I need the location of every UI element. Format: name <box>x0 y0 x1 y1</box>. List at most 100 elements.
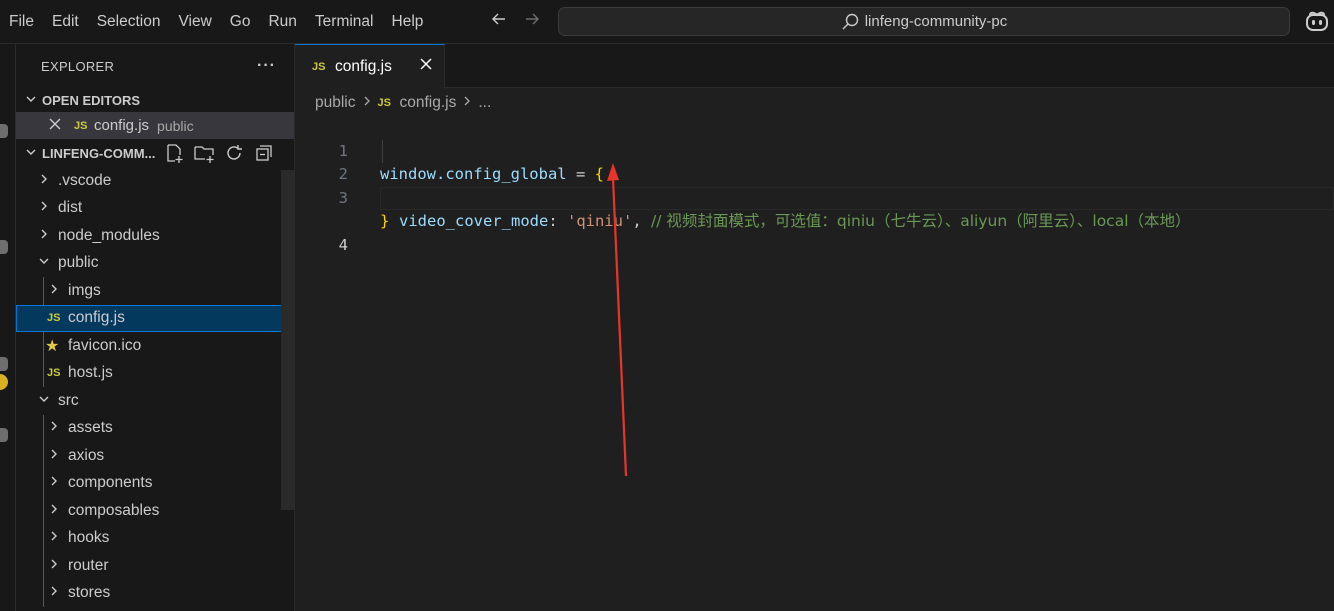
tree-item-vscode[interactable]: .vscode <box>16 167 294 195</box>
line-number: 4 <box>338 235 348 254</box>
code-comma: , <box>632 212 651 230</box>
copilot-icon[interactable] <box>1304 9 1330 35</box>
tab-config-js[interactable]: JS config.js <box>295 44 445 88</box>
code-editor[interactable]: 1 window.config_global = { 2 video_cover… <box>295 116 1334 254</box>
current-line-highlight <box>380 186 1334 210</box>
chevron-right-icon <box>48 282 64 300</box>
chevron-down-icon <box>38 392 54 410</box>
menu-run[interactable]: Run <box>259 7 305 37</box>
activity-icon[interactable] <box>0 124 8 138</box>
chevron-right-icon <box>362 94 372 112</box>
tree-item-imgs[interactable]: imgs <box>16 277 294 305</box>
open-editors-title: OPEN EDITORS <box>42 92 141 108</box>
activity-icon[interactable] <box>0 428 8 442</box>
collapse-all-icon[interactable] <box>253 142 275 164</box>
chevron-right-icon <box>38 199 54 217</box>
tree-item-dist[interactable]: dist <box>16 195 294 223</box>
sidebar-scrollbar[interactable] <box>281 170 294 510</box>
tree-item-router[interactable]: router <box>16 552 294 580</box>
javascript-file-icon: JS <box>377 96 391 109</box>
menu-go[interactable]: Go <box>221 7 260 37</box>
javascript-file-icon: JS <box>74 119 88 132</box>
chevron-down-icon <box>38 254 54 272</box>
tree-item-label: src <box>58 391 79 409</box>
editor-area: JS config.js public JS config.js ... 1 w… <box>295 44 1334 611</box>
tree-item-label: favicon.ico <box>68 336 142 354</box>
search-icon <box>842 13 858 29</box>
command-center-text: linfeng-community-pc <box>864 13 1008 30</box>
open-editor-folder: public <box>157 117 194 134</box>
chevron-right-icon <box>48 584 64 602</box>
menu-help[interactable]: Help <box>383 7 433 37</box>
menu-selection[interactable]: Selection <box>88 7 170 37</box>
tree-item-node-modules[interactable]: node_modules <box>16 222 294 250</box>
tree-item-favicon[interactable]: ★ favicon.ico <box>16 332 294 360</box>
tree-item-label: hooks <box>68 529 110 547</box>
code-string: 'qiniu' <box>566 212 633 230</box>
new-file-icon[interactable] <box>163 142 185 164</box>
project-folder-header[interactable]: LINFENG-COMM... <box>16 139 294 167</box>
chevron-right-icon <box>48 447 64 465</box>
tree-item-assets[interactable]: assets <box>16 414 294 442</box>
tree-item-components[interactable]: components <box>16 469 294 497</box>
explorer-sidebar: EXPLORER ··· OPEN EDITORS JS config.js p… <box>16 44 295 611</box>
open-editors-header[interactable]: OPEN EDITORS <box>16 88 294 112</box>
menu-file[interactable]: File <box>0 7 43 37</box>
tree-item-label: axios <box>68 446 105 464</box>
activity-icon[interactable] <box>0 357 8 371</box>
tree-item-stores[interactable]: stores <box>16 579 294 607</box>
code-comment: // 视频封面模式，可选值：qiniu（七牛云）、aliyun（阿里云）、loc… <box>650 212 1191 230</box>
arrow-left-icon[interactable] <box>487 10 511 34</box>
breadcrumb-file[interactable]: config.js <box>400 94 457 112</box>
tree-item-label: composables <box>68 501 160 519</box>
activity-icon[interactable] <box>0 240 8 254</box>
project-title: LINFENG-COMM... <box>42 145 156 161</box>
menu-bar: File Edit Selection View Go Run Terminal… <box>0 0 432 44</box>
file-tree: .vscode dist node_modules public imgs JS… <box>16 167 294 607</box>
tree-item-composables[interactable]: composables <box>16 497 294 525</box>
refresh-icon[interactable] <box>223 142 245 164</box>
menu-view[interactable]: View <box>169 7 220 37</box>
arrow-right-icon[interactable] <box>520 10 544 34</box>
menu-terminal[interactable]: Terminal <box>306 7 383 37</box>
breadcrumb-folder[interactable]: public <box>315 94 356 112</box>
chevron-right-icon <box>48 557 64 575</box>
chevron-down-icon <box>25 146 41 161</box>
tree-item-label: assets <box>68 419 113 437</box>
code-line: 3 } <box>295 163 1334 231</box>
javascript-file-icon: JS <box>47 312 61 325</box>
chevron-down-icon <box>25 93 41 108</box>
tree-item-hooks[interactable]: hooks <box>16 524 294 552</box>
explorer-title: EXPLORER <box>41 58 115 74</box>
chevron-right-icon <box>48 474 64 492</box>
tree-item-host-js[interactable]: JS host.js <box>16 359 294 387</box>
code-line: 1 window.config_global = { <box>295 116 1334 184</box>
more-actions-icon[interactable]: ··· <box>257 57 276 75</box>
chevron-right-icon <box>48 419 64 437</box>
close-icon[interactable] <box>419 57 433 76</box>
tree-item-label: components <box>68 474 153 492</box>
chevron-right-icon <box>38 227 54 245</box>
command-center-search[interactable]: linfeng-community-pc <box>558 7 1290 36</box>
chevron-right-icon <box>38 172 54 190</box>
tree-item-config-js[interactable]: JS config.js <box>16 304 294 332</box>
tree-item-label: public <box>58 254 99 272</box>
chevron-right-icon <box>48 529 64 547</box>
close-icon[interactable] <box>48 117 64 134</box>
tree-item-axios[interactable]: axios <box>16 442 294 470</box>
tree-item-label: node_modules <box>58 226 160 244</box>
tree-item-label: host.js <box>68 364 113 382</box>
javascript-file-icon: JS <box>312 60 326 73</box>
tree-item-public[interactable]: public <box>16 250 294 278</box>
tree-item-label: .vscode <box>58 171 112 189</box>
menu-edit[interactable]: Edit <box>43 7 88 37</box>
code-key: video_cover_mode <box>399 212 549 230</box>
open-editor-item[interactable]: JS config.js public <box>16 112 294 139</box>
code-line: 2 video_cover_mode: 'qiniu', // 视频封面模式，可… <box>295 139 1334 230</box>
breadcrumb-more[interactable]: ... <box>478 94 491 112</box>
activity-badge <box>0 374 8 390</box>
activity-bar <box>0 44 16 611</box>
code-brace: } <box>380 212 390 230</box>
new-folder-icon[interactable] <box>193 142 215 164</box>
tree-item-src[interactable]: src <box>16 387 294 415</box>
